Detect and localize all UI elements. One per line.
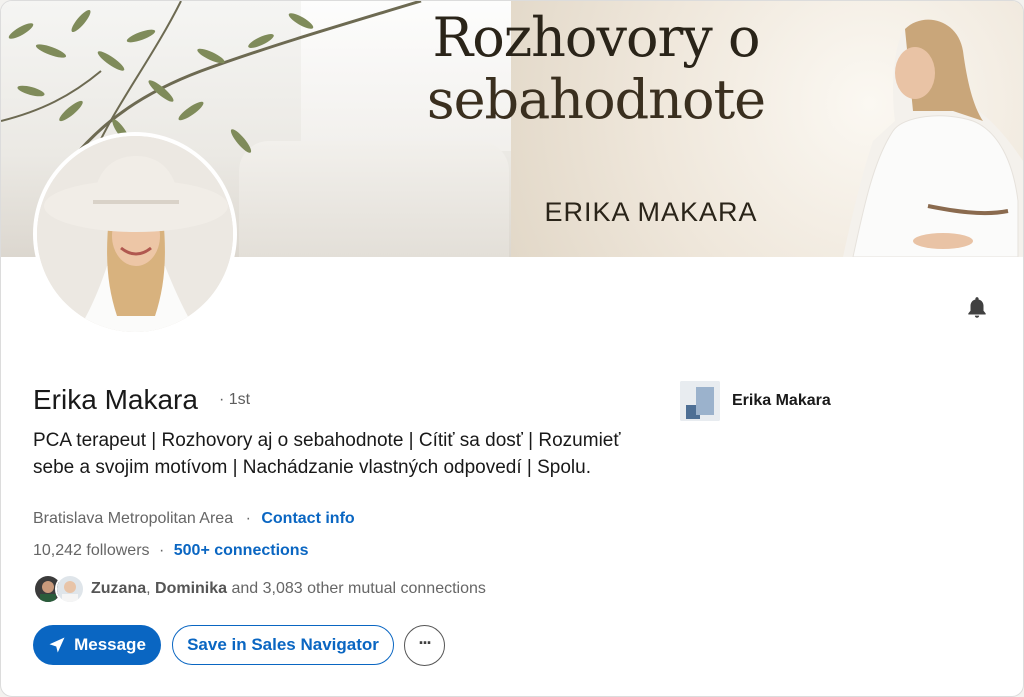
- banner-portrait-image: [843, 19, 1023, 257]
- banner-subtitle: ERIKA MAKARA: [544, 197, 758, 227]
- bell-icon[interactable]: [964, 295, 990, 321]
- banner-title-line2: sebahodnote: [426, 68, 766, 131]
- current-company[interactable]: Erika Makara: [680, 381, 831, 421]
- mutual-rest: and 3,083 other mutual connections: [231, 580, 486, 597]
- location-row: Bratislava Metropolitan Area · Contact i…: [33, 510, 355, 528]
- message-button[interactable]: Message: [33, 625, 161, 665]
- separator-dot: ·: [158, 542, 165, 559]
- followers-row: 10,242 followers · 500+ connections: [33, 542, 308, 560]
- company-name: Erika Makara: [732, 392, 831, 409]
- mutual-name-1: Zuzana: [91, 580, 147, 597]
- mutual-name-2: Dominika: [155, 580, 228, 597]
- profile-headline: PCA terapeut | Rozhovory aj o sebahodnot…: [33, 430, 621, 478]
- more-actions-button[interactable]: ···: [404, 625, 445, 666]
- ellipsis-icon: ···: [418, 633, 433, 653]
- mutual-connections[interactable]: Zuzana, Dominika and 3,083 other mutual …: [33, 573, 486, 605]
- save-sales-navigator-button[interactable]: Save in Sales Navigator: [172, 625, 394, 665]
- profile-avatar[interactable]: [33, 132, 237, 336]
- save-sales-navigator-label: Save in Sales Navigator: [187, 635, 379, 654]
- connection-degree: · 1st: [219, 391, 251, 408]
- profile-location: Bratislava Metropolitan Area: [33, 510, 234, 527]
- banner-title-line1: Rozhovory o: [432, 6, 761, 69]
- profile-card: Rozhovory o sebahodnote ERIKA MAKARA Eri…: [0, 0, 1024, 697]
- avatar-photo-image: [37, 136, 233, 332]
- mutual-avatar-dominika: [55, 574, 85, 604]
- contact-info-link[interactable]: Contact info: [261, 510, 354, 527]
- followers-count: 10,242 followers: [33, 542, 150, 559]
- separator-dot: ·: [245, 510, 251, 527]
- connections-link[interactable]: 500+ connections: [174, 542, 309, 559]
- company-logo: [680, 381, 720, 421]
- paper-plane-icon: [49, 637, 65, 653]
- banner-title: Rozhovory o sebahodnote: [401, 7, 791, 131]
- message-button-label: Message: [74, 635, 146, 654]
- mutual-connections-text: Zuzana, Dominika and 3,083 other mutual …: [91, 580, 486, 597]
- profile-name: Erika Makara: [33, 384, 198, 415]
